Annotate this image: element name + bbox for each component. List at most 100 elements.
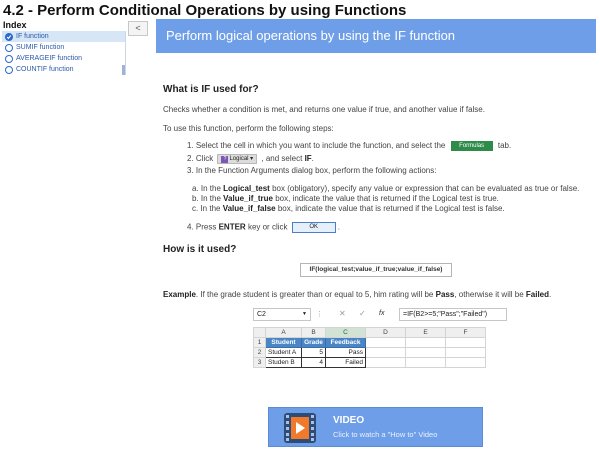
row-header-2: 2	[253, 347, 266, 358]
what-text: Checks whether a condition is met, and r…	[163, 105, 485, 114]
row-header-1: 1	[253, 337, 266, 348]
how-heading: How is it used?	[163, 244, 237, 255]
formula-bar: C2 ▼ ⋮ ✕ ✓ fx =IF(B2>=5;"Pass";"Failed")	[253, 308, 507, 322]
check-radio-icon	[5, 32, 13, 41]
example-text: Example. If the grade student is greater…	[163, 290, 551, 299]
video-title: VIDEO	[333, 415, 365, 426]
cell-e3	[405, 357, 446, 368]
excel-screenshot: C2 ▼ ⋮ ✕ ✓ fx =IF(B2>=5;"Pass";"Failed")…	[253, 308, 507, 378]
column-header-b: B	[301, 327, 326, 338]
index-scrollbar[interactable]	[122, 65, 125, 75]
video-subtitle: Click to watch a "How to" Video	[333, 430, 438, 439]
step-2-text-mid: , and select	[261, 154, 303, 164]
cell-f1	[445, 337, 486, 348]
sub-a-bold: Logical_test	[223, 184, 270, 193]
cell-d2	[365, 347, 406, 358]
example-bold: Example	[163, 290, 196, 299]
step-2-text: 2. Click	[187, 154, 214, 164]
sub-step-a: a. In the Logical_test box (obligatory),…	[192, 184, 579, 193]
section-header: Perform logical operations by using the …	[156, 19, 596, 53]
cell-b3: 4	[301, 357, 326, 368]
cell-e2	[405, 347, 446, 358]
cancel-icon: ✕	[339, 309, 346, 318]
step-2: 2. Click ? Logical ▾ , and select IF.	[187, 154, 314, 164]
ok-button-image: OK	[291, 222, 336, 233]
sub-b-bold: Value_if_true	[223, 194, 273, 203]
sub-c-bold: Value_if_false	[222, 204, 276, 213]
spreadsheet-grid: A B C D E F 1 Student Grade Feedback 2 S…	[253, 327, 486, 368]
index-item-sumif-function[interactable]: SUMIF function	[2, 42, 125, 53]
column-header-e: E	[405, 327, 446, 338]
radio-icon	[5, 43, 13, 52]
index-label: Index	[3, 20, 27, 30]
sub-a-post: box (obligatory), specify any value or e…	[272, 184, 580, 193]
step-4-text-mid: key or click	[247, 222, 288, 232]
fx-icon: fx	[379, 310, 385, 317]
example-end: .	[549, 290, 552, 299]
cell-c1: Feedback	[325, 337, 366, 348]
example-text-a: . If the grade student is greater than o…	[195, 290, 434, 299]
example-text-b: , otherwise it will be	[454, 290, 524, 299]
syntax-box: IF(logical_test;value_if_true;value_if_f…	[300, 263, 452, 277]
step-2-bold: IF	[304, 154, 312, 164]
cell-b1: Grade	[301, 337, 326, 348]
row-header-3: 3	[253, 357, 266, 368]
sub-c-pre: c. In the	[192, 204, 221, 213]
cell-e1	[405, 337, 446, 348]
what-heading: What is IF used for?	[163, 84, 259, 95]
sub-a-pre: a. In the	[192, 184, 221, 193]
step-2-end: .	[311, 154, 314, 164]
cell-d3	[365, 357, 406, 368]
column-header-f: F	[445, 327, 486, 338]
cell-f3	[445, 357, 486, 368]
cell-c2: Pass	[325, 347, 366, 358]
collapse-index-button[interactable]: <	[128, 21, 148, 36]
select-all-corner	[253, 327, 266, 338]
index-panel: Index IF function SUMIF function AVERAGE…	[0, 20, 126, 76]
logical-label: Logical	[229, 156, 249, 162]
index-item-averageif-function[interactable]: AVERAGEIF function	[2, 53, 125, 64]
example-failed: Failed	[525, 290, 550, 299]
logical-icon: ?	[221, 156, 229, 163]
index-list: IF function SUMIF function AVERAGEIF fun…	[2, 31, 126, 75]
use-intro: To use this function, perform the follow…	[163, 124, 334, 133]
section-title: Perform logical operations by using the …	[166, 28, 456, 43]
chevron-down-icon: ▼	[302, 311, 307, 317]
sub-b-post: box, indicate the value that is returned…	[275, 194, 499, 203]
column-header-c: C	[325, 327, 366, 338]
cell-a1: Student	[265, 337, 302, 348]
name-box-value: C2	[257, 311, 266, 318]
divider-dots-icon: ⋮	[316, 311, 323, 318]
page-title: 4.2 - Perform Conditional Operations by …	[3, 2, 407, 19]
cell-b2: 5	[301, 347, 326, 358]
cell-c3: Failed	[325, 357, 366, 368]
step-4-end: .	[337, 222, 340, 232]
radio-icon	[5, 65, 13, 74]
step-4-text: 4. Press	[187, 222, 217, 232]
formula-input: =IF(B2>=5;"Pass";"Failed")	[399, 308, 507, 321]
index-item-label: IF function	[16, 33, 49, 40]
index-item-label: SUMIF function	[16, 44, 65, 51]
index-item-label: COUNTIF function	[16, 66, 74, 73]
step-1-text-end: tab.	[497, 141, 512, 151]
index-item-countif-function[interactable]: COUNTIF function	[2, 64, 125, 75]
column-header-a: A	[265, 327, 302, 338]
column-header-d: D	[365, 327, 406, 338]
index-item-if-function[interactable]: IF function	[2, 31, 125, 42]
step-3: 3. In the Function Arguments dialog box,…	[187, 166, 437, 175]
cell-a2: Student A	[265, 347, 302, 358]
enter-icon: ✓	[359, 309, 366, 318]
cell-a3: Studen B	[265, 357, 302, 368]
cell-d1	[365, 337, 406, 348]
step-1: 1. Select the cell in which you want to …	[187, 141, 511, 151]
sub-step-b: b. In the Value_if_true box, indicate th…	[192, 194, 499, 203]
sub-step-c: c. In the Value_if_false box, indicate t…	[192, 204, 505, 213]
video-film-icon	[284, 413, 316, 443]
name-box: C2 ▼	[253, 308, 311, 321]
radio-icon	[5, 54, 13, 63]
example-pass: Pass	[435, 290, 455, 299]
step-1-text: 1. Select the cell in which you want to …	[187, 141, 446, 151]
cell-f2	[445, 347, 486, 358]
watch-video-button[interactable]: VIDEO Click to watch a "How to" Video	[268, 407, 483, 447]
formulas-tab-image: Formulas	[450, 141, 493, 151]
